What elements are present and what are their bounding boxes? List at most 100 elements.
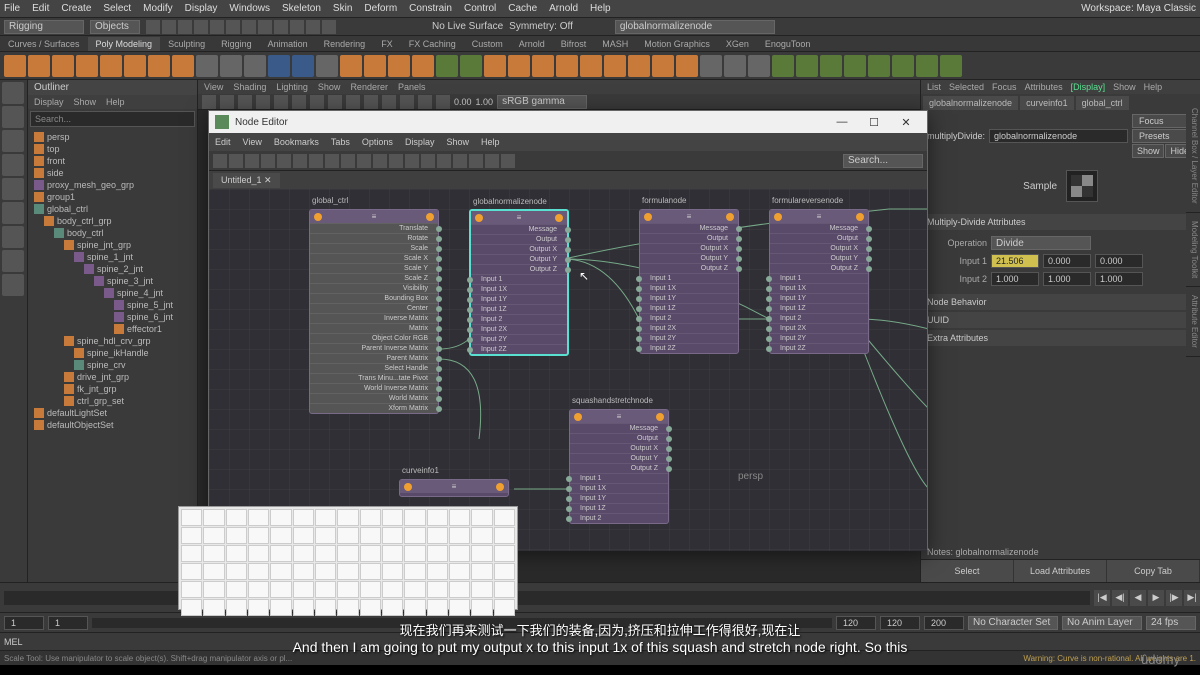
ae-section-uuid[interactable]: UUID xyxy=(921,312,1200,328)
ne-tool-icon[interactable] xyxy=(437,154,451,168)
scale-tool-icon[interactable] xyxy=(2,178,24,200)
vp-icon[interactable] xyxy=(364,95,378,109)
shelf-icon[interactable] xyxy=(652,55,674,77)
shelf-icon[interactable] xyxy=(316,55,338,77)
shelf-tab[interactable]: Motion Graphics xyxy=(636,37,718,51)
outliner-item[interactable]: spine_4_jnt xyxy=(30,287,195,299)
ae-nodename-field[interactable]: globalnormalizenode xyxy=(989,129,1128,143)
gamma-dropdown[interactable]: sRGB gamma xyxy=(497,95,587,109)
select-button[interactable]: Select xyxy=(921,560,1014,582)
node-squash[interactable]: squashandstretchnode ≡ MessageOutputOutp… xyxy=(569,409,669,524)
ae-menu-display[interactable]: [Display] xyxy=(1071,82,1106,92)
menu-modify[interactable]: Modify xyxy=(143,3,172,14)
outliner-item[interactable]: spine_ikHandle xyxy=(30,347,195,359)
tool-icon[interactable] xyxy=(2,202,24,224)
shelf-icon[interactable] xyxy=(124,55,146,77)
presets-button[interactable]: Presets xyxy=(1132,129,1194,143)
ne-tool-icon[interactable] xyxy=(501,154,515,168)
ae-menu-item[interactable]: Focus xyxy=(992,82,1017,92)
shelf-icon[interactable] xyxy=(4,55,26,77)
ne-tool-icon[interactable] xyxy=(357,154,371,168)
objects-dropdown[interactable]: Objects xyxy=(90,20,140,34)
vp-icon[interactable] xyxy=(436,95,450,109)
outliner-menu-item[interactable]: Help xyxy=(106,97,125,107)
tool-icon[interactable] xyxy=(2,274,24,296)
vp-menu-item[interactable]: Panels xyxy=(398,82,426,92)
ae-section-nodebehavior[interactable]: Node Behavior xyxy=(921,294,1200,310)
tool-icon[interactable] xyxy=(2,226,24,248)
time-track[interactable] xyxy=(4,591,1090,605)
shelf-icon[interactable] xyxy=(484,55,506,77)
viewport-menu[interactable]: View Shading Lighting Show Renderer Pane… xyxy=(198,80,920,94)
ne-menu-item[interactable]: Show xyxy=(446,137,469,147)
close-button[interactable]: ✕ xyxy=(891,113,921,131)
outliner-menu-item[interactable]: Show xyxy=(74,97,97,107)
vp-icon[interactable] xyxy=(310,95,324,109)
shelf-icon[interactable] xyxy=(388,55,410,77)
status-icon[interactable] xyxy=(242,20,256,34)
shelf-tab[interactable]: Animation xyxy=(260,37,316,51)
ne-tool-icon[interactable] xyxy=(261,154,275,168)
shelf-icon[interactable] xyxy=(268,55,290,77)
ne-tool-icon[interactable] xyxy=(277,154,291,168)
node-editor-window[interactable]: Node Editor — ☐ ✕ Edit View Bookmarks Ta… xyxy=(208,110,928,550)
status-icon[interactable] xyxy=(226,20,240,34)
edge-tab-channelbox[interactable]: Channel Box / Layer Editor xyxy=(1186,100,1200,213)
menu-display[interactable]: Display xyxy=(185,3,218,14)
shelf-icon[interactable] xyxy=(172,55,194,77)
outliner-item[interactable]: spine_jnt_grp xyxy=(30,239,195,251)
ne-titlebar[interactable]: Node Editor — ☐ ✕ xyxy=(209,111,927,133)
ne-tool-icon[interactable] xyxy=(293,154,307,168)
rotate-tool-icon[interactable] xyxy=(2,154,24,176)
menu-create[interactable]: Create xyxy=(61,3,91,14)
vp-menu-item[interactable]: Lighting xyxy=(276,82,308,92)
outliner-item[interactable]: front xyxy=(30,155,195,167)
shelf-icon[interactable] xyxy=(844,55,866,77)
copy-tab-button[interactable]: Copy Tab xyxy=(1107,560,1200,582)
select-tool-icon[interactable] xyxy=(2,82,24,104)
ne-search[interactable]: Search... xyxy=(843,154,923,168)
ae-section-multdiv[interactable]: Multiply-Divide Attributes xyxy=(921,214,1200,230)
ne-menu-item[interactable]: Bookmarks xyxy=(274,137,319,147)
menu-select[interactable]: Select xyxy=(103,3,131,14)
shelf-icon[interactable] xyxy=(460,55,482,77)
shelf-icon[interactable] xyxy=(868,55,890,77)
shelf-icon[interactable] xyxy=(700,55,722,77)
ne-tool-icon[interactable] xyxy=(213,154,227,168)
shelf-icon[interactable] xyxy=(364,55,386,77)
ae-tab[interactable]: global_ctrl xyxy=(1076,96,1129,110)
outliner-item[interactable]: defaultLightSet xyxy=(30,407,195,419)
ne-tool-icon[interactable] xyxy=(309,154,323,168)
shelf-icon[interactable] xyxy=(916,55,938,77)
input1y-field[interactable]: 0.000 xyxy=(1043,254,1091,268)
ne-menubar[interactable]: Edit View Bookmarks Tabs Options Display… xyxy=(209,133,927,151)
ne-tool-icon[interactable] xyxy=(405,154,419,168)
vp-icon[interactable] xyxy=(400,95,414,109)
ne-tool-icon[interactable] xyxy=(421,154,435,168)
ae-tabs[interactable]: globalnormalizenode curveinfo1 global_ct… xyxy=(921,94,1200,112)
shelf-icon[interactable] xyxy=(940,55,962,77)
lasso-tool-icon[interactable] xyxy=(2,106,24,128)
ae-tab[interactable]: curveinfo1 xyxy=(1020,96,1074,110)
shelf-icon[interactable] xyxy=(52,55,74,77)
shelf-tab[interactable]: Bifrost xyxy=(553,37,595,51)
ne-menu-item[interactable]: Display xyxy=(405,137,435,147)
outliner-menu-item[interactable]: Display xyxy=(34,97,64,107)
shelf-icon[interactable] xyxy=(604,55,626,77)
status-icon[interactable] xyxy=(258,20,272,34)
shelf-icon[interactable] xyxy=(340,55,362,77)
step-fwd-button[interactable]: |▶ xyxy=(1166,590,1182,606)
shelf-icon[interactable] xyxy=(628,55,650,77)
ne-menu-item[interactable]: Tabs xyxy=(331,137,350,147)
shelf-icon[interactable] xyxy=(892,55,914,77)
menu-control[interactable]: Control xyxy=(464,3,496,14)
vp-menu-item[interactable]: Show xyxy=(318,82,341,92)
status-icon[interactable] xyxy=(290,20,304,34)
show-button[interactable]: Show xyxy=(1132,144,1165,158)
status-icon[interactable] xyxy=(162,20,176,34)
vp-icon[interactable] xyxy=(202,95,216,109)
vp-icon[interactable] xyxy=(292,95,306,109)
menu-deform[interactable]: Deform xyxy=(364,3,397,14)
outliner-item[interactable]: defaultObjectSet xyxy=(30,419,195,431)
vp-menu-item[interactable]: Shading xyxy=(233,82,266,92)
